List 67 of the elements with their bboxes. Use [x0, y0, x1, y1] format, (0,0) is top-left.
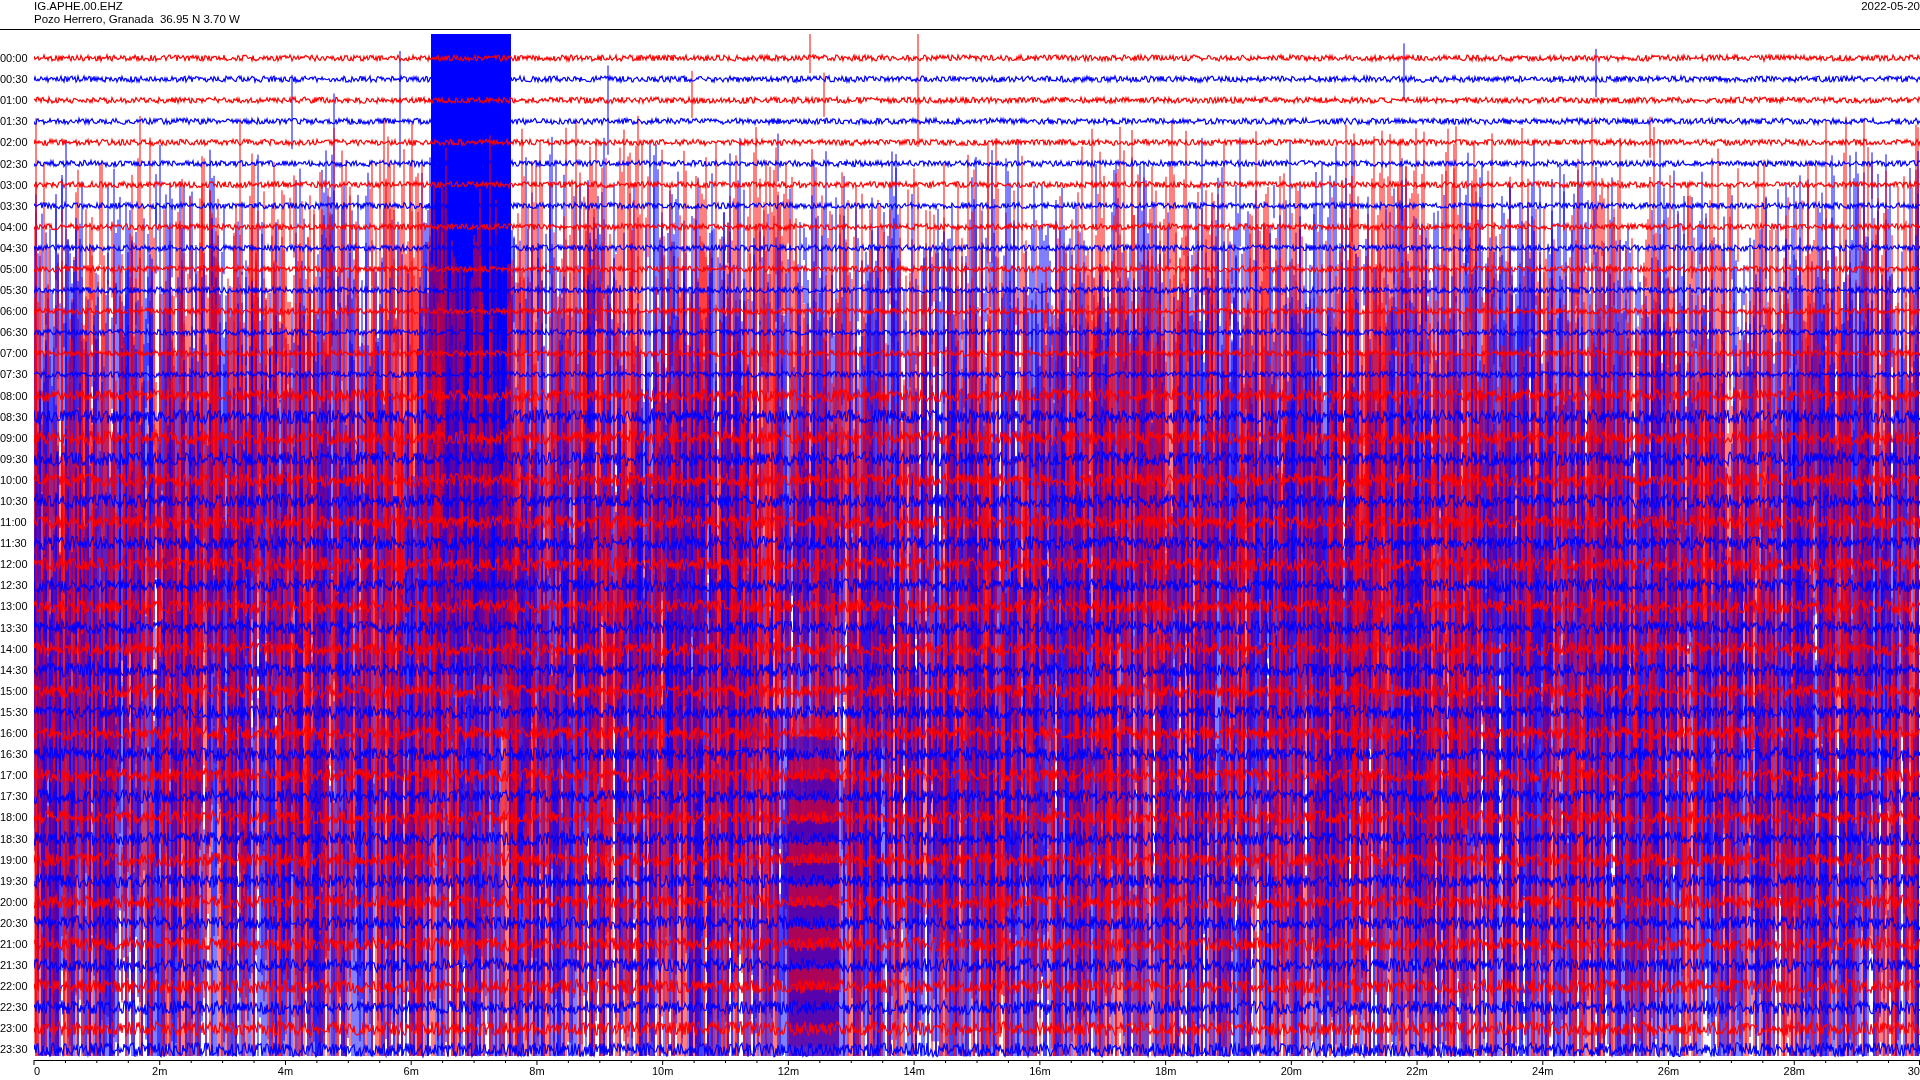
station-code: IG.APHE.00.EHZ	[34, 0, 124, 13]
axis-label: 20m	[1280, 1065, 1303, 1077]
time-label: 22:30	[0, 1001, 28, 1014]
axis-label: 6m	[403, 1065, 419, 1077]
time-label: 22:00	[0, 980, 28, 993]
time-label: 06:00	[0, 305, 28, 318]
time-label: 14:30	[0, 663, 28, 676]
time-label: 05:30	[0, 284, 28, 297]
time-label: 13:30	[0, 621, 28, 634]
time-label: 04:00	[0, 220, 28, 233]
time-label: 09:00	[0, 431, 28, 444]
time-label: 19:30	[0, 874, 28, 887]
time-label: 13:00	[0, 600, 28, 613]
station-location: Pozo Herrero, Granada 36.95 N 3.70 W	[34, 13, 240, 26]
time-label: 14:00	[0, 642, 28, 655]
time-label: 12:30	[0, 579, 28, 592]
time-label: 11:30	[0, 537, 27, 550]
axis-label: 26m	[1657, 1065, 1680, 1077]
time-label: 00:30	[0, 73, 28, 86]
time-label: 09:30	[0, 452, 28, 465]
axis-label: 18m	[1154, 1065, 1177, 1077]
time-label: 16:00	[0, 727, 28, 740]
time-label: 20:30	[0, 916, 28, 929]
time-label: 08:30	[0, 410, 28, 423]
time-label: 07:30	[0, 368, 28, 381]
time-label: 02:30	[0, 157, 28, 170]
time-label: 05:00	[0, 263, 28, 275]
time-label: 17:30	[0, 790, 28, 803]
axis-label: 14m	[903, 1065, 925, 1077]
time-label: 15:00	[0, 684, 28, 697]
time-label: 12:00	[0, 558, 28, 571]
axis-label: 28m	[1783, 1065, 1805, 1077]
time-label: 10:30	[0, 495, 28, 507]
time-label: 00:00	[0, 52, 28, 65]
date-label: 2022-05-20	[1861, 0, 1920, 14]
time-label: 01:30	[0, 115, 28, 128]
time-label: 23:30	[0, 1043, 28, 1056]
axis-label: 4m	[277, 1065, 294, 1077]
axis-label: 22m	[1406, 1065, 1428, 1077]
time-label: 08:00	[0, 389, 28, 402]
time-label: 18:00	[0, 811, 28, 824]
time-label: 17:00	[0, 769, 28, 782]
time-label: 06:30	[0, 326, 28, 339]
time-label: 23:00	[0, 1022, 28, 1035]
time-label: 21:30	[0, 959, 28, 972]
time-label: 03:00	[0, 178, 28, 191]
axis-label: 8m	[529, 1065, 545, 1077]
time-label: 03:30	[0, 199, 28, 212]
axis-label: 0	[34, 1065, 41, 1077]
time-label: 02:00	[0, 136, 28, 149]
time-label: 20:00	[0, 895, 28, 908]
axis-label: 12m	[777, 1065, 800, 1077]
time-label: 18:30	[0, 832, 28, 845]
time-label: 10:00	[0, 473, 28, 486]
axis-label: 2m	[152, 1065, 168, 1077]
time-label: 04:30	[0, 241, 28, 254]
time-label: 16:30	[0, 748, 28, 761]
time-label: 15:30	[0, 705, 28, 718]
time-label: 01:00	[0, 94, 28, 107]
time-label: 19:00	[0, 853, 28, 866]
time-label: 21:00	[0, 938, 28, 950]
axis-label: 10m	[651, 1065, 674, 1077]
axis-label: 30	[1907, 1065, 1920, 1077]
axis-label: 24m	[1532, 1065, 1554, 1077]
time-label: 07:00	[0, 347, 28, 360]
axis-label: 16m	[1029, 1065, 1051, 1077]
time-label: 11:00	[0, 516, 27, 529]
